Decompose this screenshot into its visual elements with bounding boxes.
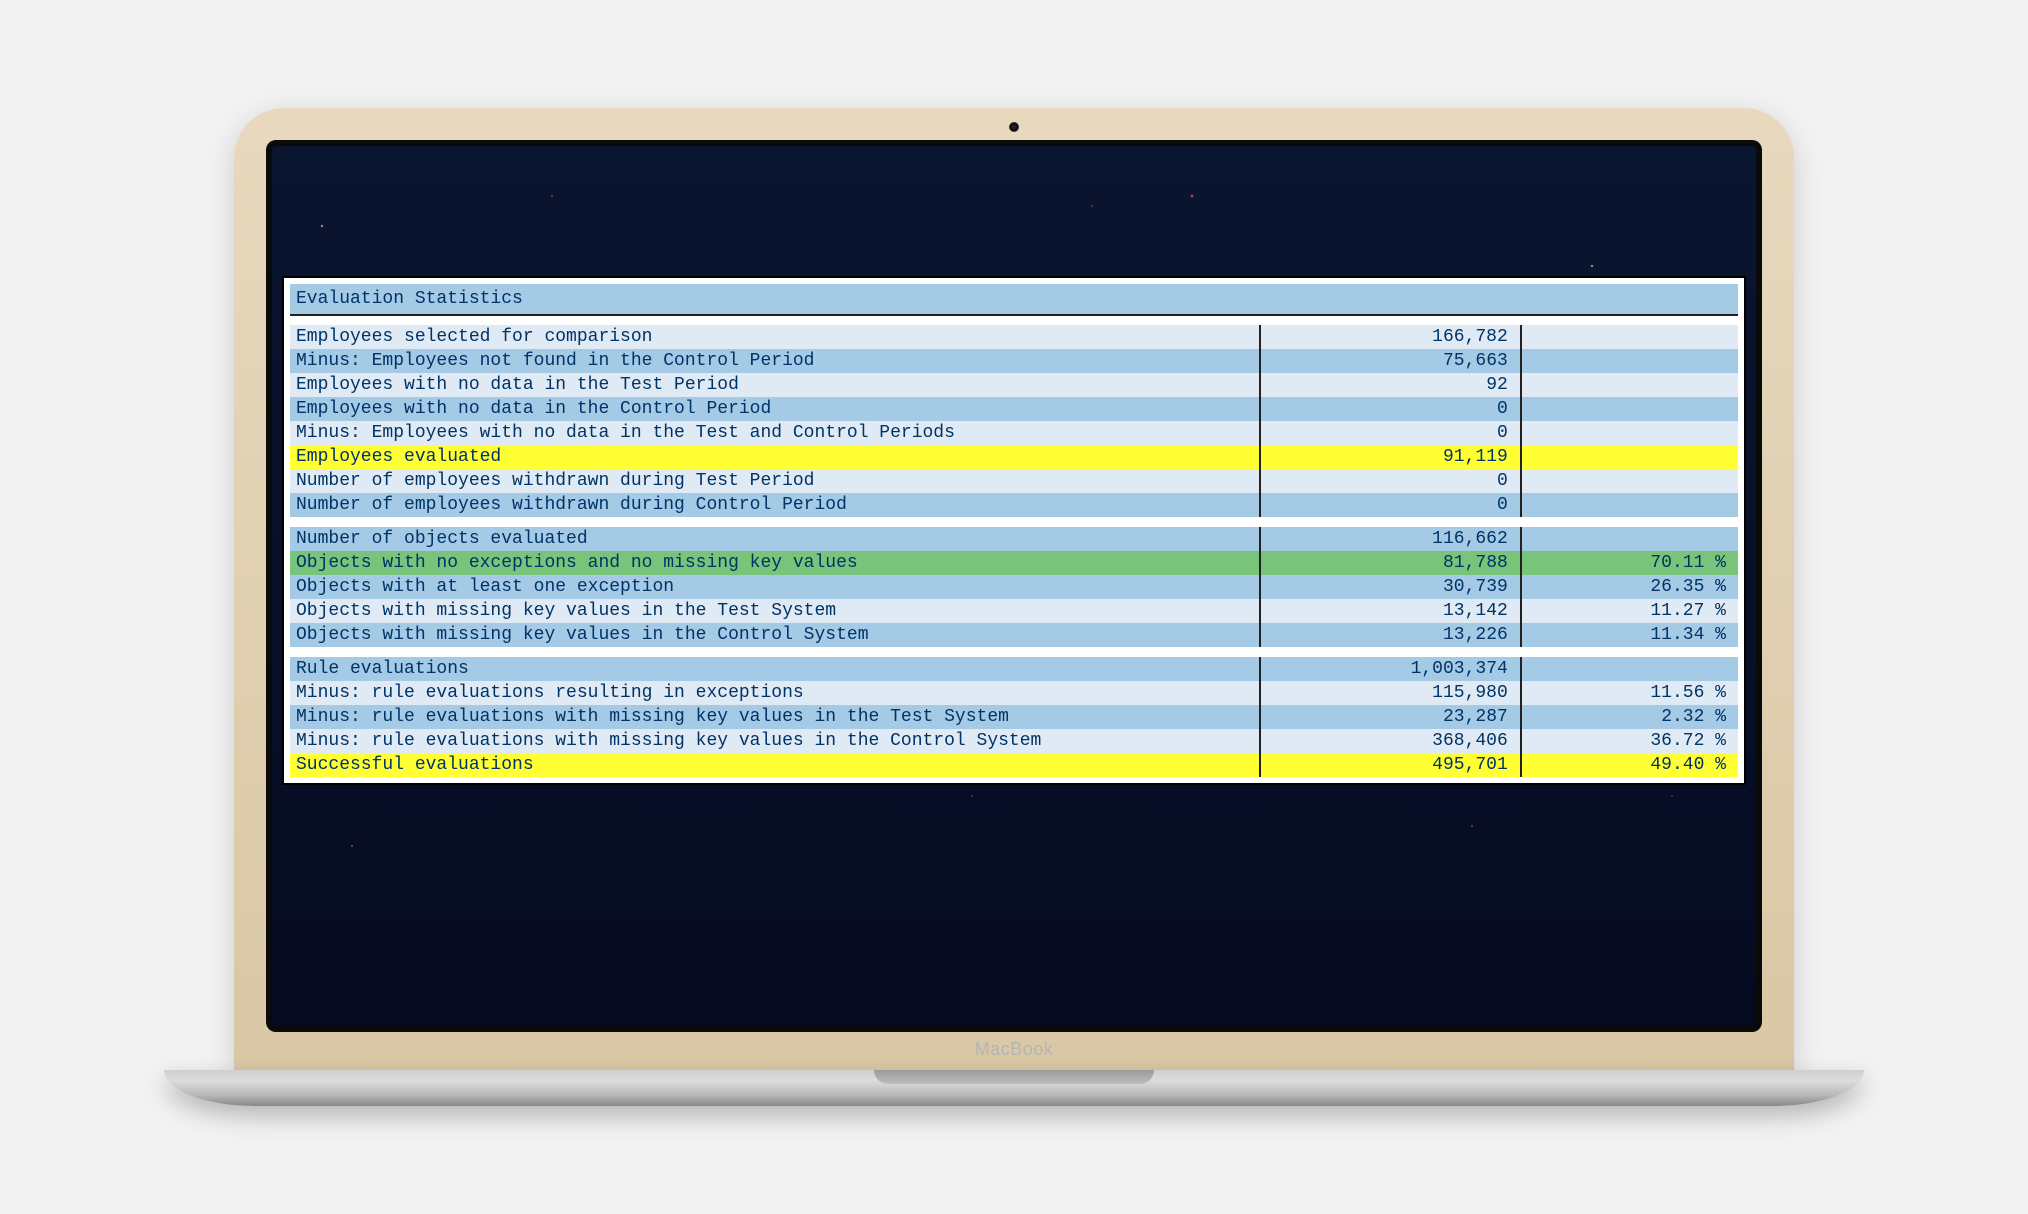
row-value: 92: [1260, 373, 1521, 397]
row-label: Number of employees withdrawn during Con…: [290, 493, 1260, 517]
row-label: Successful evaluations: [290, 753, 1260, 777]
table-row: Objects with missing key values in the C…: [290, 623, 1738, 647]
camera-icon: [1009, 122, 1019, 132]
row-value: 1,003,374: [1260, 657, 1521, 681]
row-percentage: 2.32 %: [1521, 705, 1738, 729]
table-row: Number of employees withdrawn during Tes…: [290, 469, 1738, 493]
row-label: Employees selected for comparison: [290, 325, 1260, 349]
row-label: Number of employees withdrawn during Tes…: [290, 469, 1260, 493]
row-percentage: 36.72 %: [1521, 729, 1738, 753]
row-label: Minus: rule evaluations with missing key…: [290, 705, 1260, 729]
row-value: 368,406: [1260, 729, 1521, 753]
row-value: 91,119: [1260, 445, 1521, 469]
row-label: Employees evaluated: [290, 445, 1260, 469]
row-value: 495,701: [1260, 753, 1521, 777]
row-value: 23,287: [1260, 705, 1521, 729]
evaluation-statistics-panel: Evaluation Statistics Employees selected …: [282, 276, 1746, 785]
row-percentage: 49.40 %: [1521, 753, 1738, 777]
row-label: Objects with no exceptions and no missin…: [290, 551, 1260, 575]
row-percentage: [1521, 657, 1738, 681]
row-value: 13,226: [1260, 623, 1521, 647]
row-label: Minus: rule evaluations resulting in exc…: [290, 681, 1260, 705]
row-value: 0: [1260, 469, 1521, 493]
row-percentage: [1521, 527, 1738, 551]
row-percentage: [1521, 373, 1738, 397]
row-label: Objects with missing key values in the T…: [290, 599, 1260, 623]
row-percentage: [1521, 445, 1738, 469]
row-label: Employees with no data in the Control Pe…: [290, 397, 1260, 421]
row-label: Number of objects evaluated: [290, 527, 1260, 551]
table-row: Objects with at least one exception30,73…: [290, 575, 1738, 599]
row-percentage: [1521, 397, 1738, 421]
row-percentage: [1521, 493, 1738, 517]
section-spacer: [290, 647, 1738, 657]
screen-bezel: Evaluation Statistics Employees selected …: [266, 140, 1762, 1032]
table-row: Number of employees withdrawn during Con…: [290, 493, 1738, 517]
table-row: Employees with no data in the Test Perio…: [290, 373, 1738, 397]
row-value: 0: [1260, 397, 1521, 421]
desktop-wallpaper: Evaluation Statistics Employees selected …: [272, 146, 1756, 1026]
row-value: 116,662: [1260, 527, 1521, 551]
row-label: Objects with at least one exception: [290, 575, 1260, 599]
row-label: Minus: Employees not found in the Contro…: [290, 349, 1260, 373]
row-percentage: [1521, 469, 1738, 493]
row-percentage: 70.11 %: [1521, 551, 1738, 575]
row-label: Minus: rule evaluations with missing key…: [290, 729, 1260, 753]
table-row: Successful evaluations495,70149.40 %: [290, 753, 1738, 777]
table-row: Rule evaluations1,003,374: [290, 657, 1738, 681]
table-title-row: Evaluation Statistics: [290, 284, 1738, 315]
laptop-base: [164, 1070, 1864, 1106]
laptop-lid: Evaluation Statistics Employees selected …: [234, 108, 1794, 1070]
table-row: Employees evaluated91,119: [290, 445, 1738, 469]
row-value: 115,980: [1260, 681, 1521, 705]
device-brand-label: MacBook: [975, 1039, 1054, 1060]
row-label: Employees with no data in the Test Perio…: [290, 373, 1260, 397]
row-label: Minus: Employees with no data in the Tes…: [290, 421, 1260, 445]
table-row: Minus: rule evaluations with missing key…: [290, 705, 1738, 729]
row-label: Objects with missing key values in the C…: [290, 623, 1260, 647]
row-value: 81,788: [1260, 551, 1521, 575]
row-value: 0: [1260, 493, 1521, 517]
row-value: 30,739: [1260, 575, 1521, 599]
row-value: 75,663: [1260, 349, 1521, 373]
row-value: 13,142: [1260, 599, 1521, 623]
table-row: Objects with no exceptions and no missin…: [290, 551, 1738, 575]
row-percentage: 11.56 %: [1521, 681, 1738, 705]
table-row: Number of objects evaluated116,662: [290, 527, 1738, 551]
row-value: 0: [1260, 421, 1521, 445]
section-spacer: [290, 315, 1738, 325]
table-row: Minus: rule evaluations with missing key…: [290, 729, 1738, 753]
table-row: Employees with no data in the Control Pe…: [290, 397, 1738, 421]
section-spacer: [290, 517, 1738, 527]
row-percentage: 11.27 %: [1521, 599, 1738, 623]
row-value: 166,782: [1260, 325, 1521, 349]
row-percentage: [1521, 325, 1738, 349]
row-percentage: [1521, 421, 1738, 445]
table-row: Objects with missing key values in the T…: [290, 599, 1738, 623]
laptop-mockup: Evaluation Statistics Employees selected …: [234, 108, 1794, 1106]
table-title: Evaluation Statistics: [290, 284, 1738, 315]
table-row: Employees selected for comparison166,782: [290, 325, 1738, 349]
row-percentage: 11.34 %: [1521, 623, 1738, 647]
evaluation-statistics-table: Evaluation Statistics Employees selected …: [290, 284, 1738, 777]
table-row: Minus: rule evaluations resulting in exc…: [290, 681, 1738, 705]
row-percentage: [1521, 349, 1738, 373]
row-label: Rule evaluations: [290, 657, 1260, 681]
table-row: Minus: Employees not found in the Contro…: [290, 349, 1738, 373]
row-percentage: 26.35 %: [1521, 575, 1738, 599]
table-row: Minus: Employees with no data in the Tes…: [290, 421, 1738, 445]
